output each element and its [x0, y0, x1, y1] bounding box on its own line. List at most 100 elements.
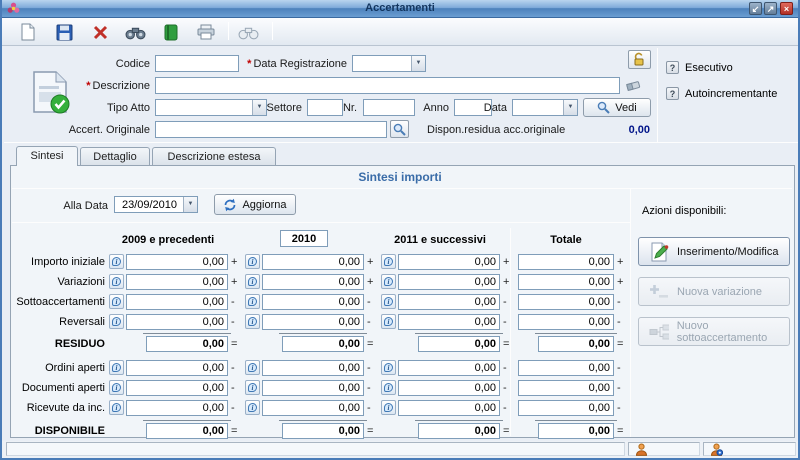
amount-input[interactable]: [262, 380, 364, 396]
info-icon[interactable]: [109, 314, 124, 329]
info-icon[interactable]: [381, 274, 396, 289]
close-button[interactable]: ×: [780, 2, 793, 15]
amount-input[interactable]: [518, 254, 614, 270]
info-icon[interactable]: [109, 254, 124, 269]
info-icon[interactable]: [381, 254, 396, 269]
amount-input[interactable]: [126, 254, 228, 270]
amount-input[interactable]: [262, 400, 364, 416]
amount-input[interactable]: [518, 294, 614, 310]
find-button[interactable]: [123, 20, 147, 44]
alla-data-combo[interactable]: 23/09/2010 ▼: [114, 196, 198, 213]
printer-icon: [197, 24, 215, 40]
amount-input[interactable]: [262, 294, 364, 310]
info-icon[interactable]: [381, 400, 396, 415]
tab-dettaglio[interactable]: Dettaglio: [80, 147, 150, 165]
chevron-down-icon[interactable]: ▼: [411, 56, 425, 71]
info-icon[interactable]: [381, 294, 396, 309]
amount-input[interactable]: [282, 336, 364, 352]
info-icon[interactable]: [109, 274, 124, 289]
codice-input[interactable]: [155, 55, 239, 72]
amount-input[interactable]: [398, 294, 500, 310]
info-icon[interactable]: [381, 314, 396, 329]
save-button[interactable]: [52, 20, 76, 44]
lock-button[interactable]: [628, 50, 651, 69]
column-header-2011: 2011 e successivi: [394, 234, 486, 246]
amount-input[interactable]: [398, 274, 500, 290]
info-icon[interactable]: [245, 274, 260, 289]
delete-button[interactable]: [88, 20, 112, 44]
statusbar-user-cell: [628, 442, 700, 456]
amount-input[interactable]: [126, 274, 228, 290]
chevron-down-icon[interactable]: ▼: [563, 100, 577, 115]
amount-input[interactable]: [262, 314, 364, 330]
aggiorna-button[interactable]: Aggiorna: [214, 194, 296, 215]
amount-input[interactable]: [398, 380, 500, 396]
info-icon[interactable]: [109, 400, 124, 415]
nuovo-sottoaccertamento-button[interactable]: Nuovo sottoaccertamento: [638, 317, 790, 346]
tab-descrizione-estesa[interactable]: Descrizione estesa: [152, 147, 276, 165]
info-icon[interactable]: [381, 360, 396, 375]
amount-input[interactable]: [518, 400, 614, 416]
amount-input[interactable]: [126, 294, 228, 310]
amount-input[interactable]: [398, 254, 500, 270]
inserimento-modifica-button[interactable]: Inserimento/Modifica: [638, 237, 790, 266]
info-icon[interactable]: [245, 400, 260, 415]
amount-input[interactable]: [418, 423, 500, 439]
plus-minus-icon: [649, 284, 669, 300]
amount-input[interactable]: [126, 314, 228, 330]
maximize-button[interactable]: ↗: [764, 2, 777, 15]
amount-input[interactable]: [126, 360, 228, 376]
alla-data-divider: [12, 222, 630, 223]
new-document-button[interactable]: [16, 20, 40, 44]
amount-input[interactable]: [262, 360, 364, 376]
amount-input[interactable]: [398, 314, 500, 330]
amount-input[interactable]: [126, 380, 228, 396]
data-label: Data: [387, 102, 507, 114]
minimize-button[interactable]: ↙: [749, 2, 762, 15]
amount-input[interactable]: [518, 360, 614, 376]
catalog-button[interactable]: [159, 20, 183, 44]
amount-input[interactable]: [518, 274, 614, 290]
amount-input[interactable]: [146, 336, 228, 352]
data-registrazione-combo[interactable]: ▼: [352, 55, 426, 72]
titlebar[interactable]: Accertamenti ↙ ↗ ×: [2, 0, 798, 18]
amount-input[interactable]: [262, 254, 364, 270]
amount-input[interactable]: [398, 360, 500, 376]
amount-input[interactable]: [518, 380, 614, 396]
amount-input[interactable]: [538, 336, 614, 352]
info-icon[interactable]: [381, 380, 396, 395]
amount-input[interactable]: [262, 274, 364, 290]
amount-input[interactable]: [126, 400, 228, 416]
chevron-down-icon[interactable]: ▼: [183, 197, 197, 212]
autoincrementante-checkbox[interactable]: ?: [666, 87, 679, 100]
clear-descrizione-button[interactable]: [626, 79, 641, 95]
info-icon[interactable]: [109, 380, 124, 395]
accert-originale-input[interactable]: [155, 121, 387, 138]
descrizione-input[interactable]: [155, 77, 620, 94]
info-icon[interactable]: [245, 380, 260, 395]
amount-input[interactable]: [398, 400, 500, 416]
find-accertamento-button[interactable]: [236, 20, 260, 44]
print-button[interactable]: [194, 20, 218, 44]
info-icon[interactable]: [109, 294, 124, 309]
esecutivo-checkbox[interactable]: ?: [666, 61, 679, 74]
amount-input[interactable]: [538, 423, 614, 439]
amount-input[interactable]: [518, 314, 614, 330]
search-accert-button[interactable]: [390, 120, 409, 138]
amount-input[interactable]: [418, 336, 500, 352]
required-marker: *: [86, 80, 90, 92]
totale-column-divider: [510, 228, 511, 436]
amount-input[interactable]: [282, 423, 364, 439]
info-icon[interactable]: [245, 254, 260, 269]
info-icon[interactable]: [245, 294, 260, 309]
statusbar: [2, 441, 798, 458]
amount-input[interactable]: [146, 423, 228, 439]
info-icon[interactable]: [245, 360, 260, 375]
tab-sintesi[interactable]: Sintesi: [16, 146, 78, 166]
accert-originale-label: Accert. Originale: [30, 124, 150, 136]
data-combo[interactable]: ▼: [512, 99, 578, 116]
vedi-button[interactable]: Vedi: [583, 98, 651, 117]
info-icon[interactable]: [245, 314, 260, 329]
nuova-variazione-button[interactable]: Nuova variazione: [638, 277, 790, 306]
info-icon[interactable]: [109, 360, 124, 375]
